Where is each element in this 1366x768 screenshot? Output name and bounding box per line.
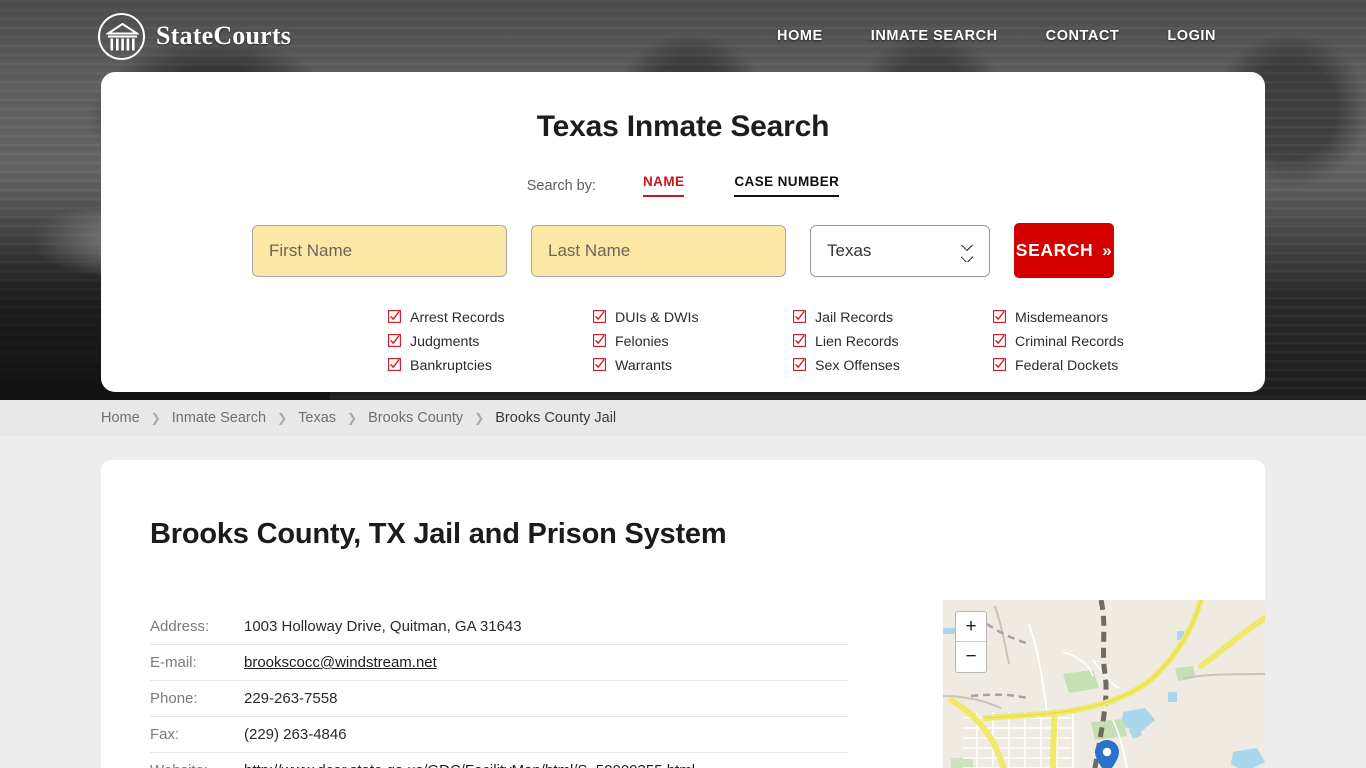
- record-type-item[interactable]: Misdemeanors: [993, 306, 1148, 330]
- chevron-right-icon: ❯: [347, 411, 358, 425]
- table-row: Phone: 229-263-7558: [150, 680, 848, 717]
- info-label: E-mail:: [150, 644, 242, 681]
- brand-name: StateCourts: [156, 21, 292, 50]
- checked-box-icon: [593, 309, 606, 326]
- record-type-label: Lien Records: [815, 334, 899, 350]
- info-value: 1003 Holloway Drive, Quitman, GA 31643: [242, 609, 848, 645]
- nav-item-inmate-search[interactable]: INMATE SEARCH: [871, 28, 998, 44]
- search-by-label: Search by:: [526, 178, 597, 194]
- zoom-out-button[interactable]: −: [956, 642, 986, 672]
- location-map[interactable]: + −: [943, 600, 1265, 768]
- checked-box-icon: [993, 333, 1006, 350]
- record-type-item[interactable]: Bankruptcies: [388, 354, 593, 378]
- breadcrumb: Home ❯ Inmate Search ❯ Texas ❯ Brooks Co…: [0, 400, 1366, 436]
- record-type-label: Bankruptcies: [410, 358, 493, 374]
- first-name-input[interactable]: [252, 224, 507, 277]
- brand-logo[interactable]: StateCourts: [98, 12, 292, 60]
- main-nav: HOME INMATE SEARCH CONTACT LOGIN: [777, 28, 1216, 44]
- record-type-item[interactable]: Warrants: [593, 354, 793, 378]
- info-value: (229) 263-4846: [242, 716, 848, 753]
- chevron-right-icon: ❯: [474, 411, 485, 425]
- info-label: Fax:: [150, 716, 242, 753]
- info-label: Phone:: [150, 680, 242, 717]
- breadcrumb-item-current: Brooks County Jail: [495, 410, 617, 426]
- breadcrumb-item-brooks-county[interactable]: Brooks County: [368, 410, 463, 426]
- last-name-input[interactable]: [531, 224, 786, 277]
- record-type-label: Judgments: [410, 334, 480, 350]
- hero-banner: StateCourts HOME INMATE SEARCH CONTACT L…: [0, 0, 1366, 400]
- website-link[interactable]: http://www.dcor.state.ga.us/GDC/Facility…: [244, 762, 695, 768]
- search-button-label: SEARCH: [1015, 240, 1094, 260]
- breadcrumb-item-inmate-search[interactable]: Inmate Search: [172, 410, 266, 426]
- record-type-item[interactable]: Judgments: [388, 330, 593, 354]
- record-type-label: Warrants: [615, 358, 673, 374]
- record-type-list: Arrest Records DUIs & DWIs Jail Records …: [388, 306, 1148, 378]
- state-select[interactable]: Texas: [810, 224, 991, 277]
- courthouse-circle-icon: [98, 12, 145, 60]
- record-type-item[interactable]: Lien Records: [793, 330, 993, 354]
- breadcrumb-item-texas[interactable]: Texas: [298, 410, 336, 426]
- tab-name[interactable]: NAME: [643, 174, 685, 197]
- record-type-label: Felonies: [615, 334, 669, 350]
- checked-box-icon: [793, 309, 806, 326]
- nav-item-contact[interactable]: CONTACT: [1046, 28, 1120, 44]
- record-type-item[interactable]: Felonies: [593, 330, 793, 354]
- map-pin-icon[interactable]: [1095, 740, 1119, 768]
- checked-box-icon: [793, 357, 806, 374]
- checked-box-icon: [993, 309, 1006, 326]
- facility-info-table: Address: 1003 Holloway Drive, Quitman, G…: [150, 609, 848, 768]
- tab-case-number[interactable]: CASE NUMBER: [734, 174, 840, 197]
- record-type-item[interactable]: DUIs & DWIs: [593, 306, 793, 330]
- record-type-label: Sex Offenses: [815, 358, 900, 374]
- checked-box-icon: [388, 333, 401, 350]
- checked-box-icon: [793, 333, 806, 350]
- record-type-item[interactable]: Jail Records: [793, 306, 993, 330]
- info-value: 229-263-7558: [242, 680, 848, 717]
- nav-item-home[interactable]: HOME: [777, 28, 823, 44]
- record-type-label: Arrest Records: [410, 310, 505, 326]
- record-type-item[interactable]: Sex Offenses: [793, 354, 993, 378]
- info-label: Website:: [150, 752, 242, 768]
- checked-box-icon: [388, 357, 401, 374]
- top-navigation-bar: StateCourts HOME INMATE SEARCH CONTACT L…: [0, 0, 1366, 72]
- email-link[interactable]: brookscocc@windstream.net: [244, 654, 437, 671]
- table-row: Address: 1003 Holloway Drive, Quitman, G…: [150, 609, 848, 645]
- content-area: Brooks County, TX Jail and Prison System…: [0, 436, 1366, 768]
- search-form: Texas SEARCH »: [101, 223, 1265, 278]
- facility-title: Brooks County, TX Jail and Prison System: [150, 518, 727, 550]
- info-value-email: brookscocc@windstream.net: [242, 644, 848, 681]
- record-type-label: Jail Records: [815, 310, 894, 326]
- info-value-website: http://www.dcor.state.ga.us/GDC/Facility…: [242, 752, 848, 768]
- zoom-in-button[interactable]: +: [956, 612, 986, 642]
- record-type-label: Criminal Records: [1015, 334, 1124, 350]
- double-chevron-right-icon: »: [1102, 240, 1113, 260]
- table-row: Website: http://www.dcor.state.ga.us/GDC…: [150, 752, 848, 768]
- inmate-search-card: Texas Inmate Search Search by: NAME CASE…: [101, 72, 1265, 392]
- map-zoom-controls[interactable]: + −: [955, 611, 987, 673]
- chevron-right-icon: ❯: [150, 411, 161, 425]
- info-label: Address:: [150, 609, 242, 645]
- record-type-item[interactable]: Criminal Records: [993, 330, 1148, 354]
- nav-item-login[interactable]: LOGIN: [1167, 28, 1216, 44]
- page-title: Texas Inmate Search: [536, 110, 830, 143]
- record-type-label: Federal Dockets: [1015, 358, 1119, 374]
- record-type-item[interactable]: Arrest Records: [388, 306, 593, 330]
- record-type-label: DUIs & DWIs: [615, 310, 699, 326]
- breadcrumb-item-home[interactable]: Home: [101, 410, 140, 426]
- record-type-item[interactable]: Federal Dockets: [993, 354, 1148, 378]
- table-row: E-mail: brookscocc@windstream.net: [150, 644, 848, 681]
- checked-box-icon: [593, 357, 606, 374]
- search-by-tabs: Search by: NAME CASE NUMBER: [101, 169, 1265, 197]
- record-type-label: Misdemeanors: [1015, 310, 1109, 326]
- checked-box-icon: [993, 357, 1006, 374]
- search-button[interactable]: SEARCH »: [1014, 223, 1114, 278]
- facility-panel: Brooks County, TX Jail and Prison System…: [101, 460, 1265, 768]
- table-row: Fax: (229) 263-4846: [150, 716, 848, 753]
- chevron-right-icon: ❯: [277, 411, 288, 425]
- checked-box-icon: [593, 333, 606, 350]
- checked-box-icon: [388, 309, 401, 326]
